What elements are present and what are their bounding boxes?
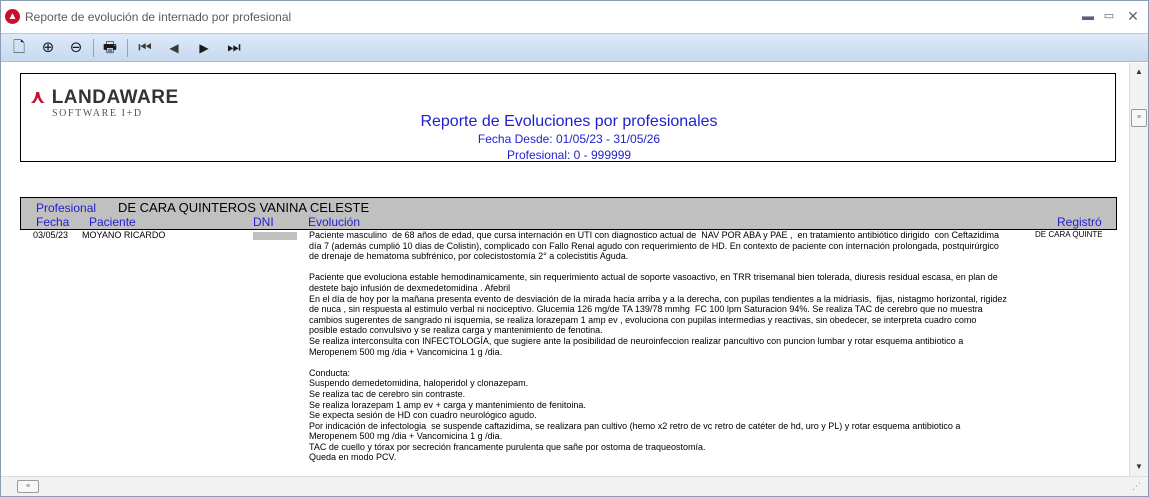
row-registro: DE CARA QUINTE xyxy=(1035,230,1103,239)
first-page-icon[interactable]: ⏮ xyxy=(134,37,156,59)
report-date-range: Fecha Desde: 01/05/23 - 31/05/26 xyxy=(477,132,661,146)
vertical-scrollbar[interactable]: ▲ ≡ ▼ xyxy=(1129,63,1148,476)
report-preview-area[interactable]: ⋏ LANDAWARE SOFTWARE I+D Reporte de Evol… xyxy=(1,63,1129,476)
vertical-scroll-thumb[interactable]: ≡ xyxy=(1131,109,1147,127)
row-paciente: MOYANO RICARDO xyxy=(82,230,166,240)
minimize-button[interactable]: ▬ xyxy=(1077,7,1099,25)
report-window: ▲ Reporte de evolución de internado por … xyxy=(0,0,1149,497)
title-bar[interactable]: ▲ Reporte de evolución de internado por … xyxy=(1,1,1148,33)
scroll-up-icon[interactable]: ▲ xyxy=(1130,65,1148,79)
report-professional-range: Profesional: 0 - 999999 xyxy=(506,148,632,162)
report-header-box: ⋏ LANDAWARE SOFTWARE I+D Reporte de Evol… xyxy=(20,73,1116,162)
professional-group-header: Profesional DE CARA QUINTEROS VANINA CEL… xyxy=(20,197,1117,230)
toolbar-separator xyxy=(127,39,128,57)
window-title: Reporte de evolución de internado por pr… xyxy=(25,10,292,24)
row-evolucion: Paciente masculino de 68 años de edad, q… xyxy=(309,230,1007,463)
preview-toolbar: 🗋 ⊕ ⊖ 🖶 ⏮ ◀ ▶ ⏭ xyxy=(1,33,1148,62)
row-fecha: 03/05/23 xyxy=(33,230,69,240)
logo-text: LANDAWARE xyxy=(51,87,179,108)
column-header-evolucion: Evolución xyxy=(308,215,361,229)
scroll-down-icon[interactable]: ▼ xyxy=(1130,460,1148,474)
next-page-icon[interactable]: ▶ xyxy=(193,37,215,59)
landaware-app-icon: ▲ xyxy=(5,9,20,24)
print-icon[interactable]: 🖶 xyxy=(99,37,121,59)
row-dni-redacted xyxy=(253,232,297,240)
logo-mark-icon: ⋏ xyxy=(30,87,46,108)
professional-label: Profesional xyxy=(36,201,97,215)
toolbar-separator xyxy=(93,39,94,57)
column-header-registro: Registró xyxy=(1057,215,1102,229)
close-button[interactable]: ✕ xyxy=(1122,7,1144,25)
column-header-dni: DNI xyxy=(253,215,274,229)
horizontal-scroll-thumb[interactable]: ≡ xyxy=(17,480,39,493)
previous-page-icon[interactable]: ◀ xyxy=(163,37,185,59)
professional-name: DE CARA QUINTEROS VANINA CELESTE xyxy=(118,200,370,215)
maximize-button[interactable]: ▭ xyxy=(1098,7,1120,25)
column-header-paciente: Paciente xyxy=(89,215,136,229)
last-page-icon[interactable]: ⏭ xyxy=(223,37,245,59)
zoom-in-icon[interactable]: ⊕ xyxy=(37,37,59,59)
column-header-fecha: Fecha xyxy=(36,215,70,229)
zoom-out-icon[interactable]: ⊖ xyxy=(65,37,87,59)
report-title: Reporte de Evoluciones por profesionales xyxy=(420,113,718,130)
resize-grip-icon[interactable]: ⋰ xyxy=(1132,481,1141,492)
page-setup-icon[interactable]: 🗋 xyxy=(8,37,30,59)
horizontal-scrollbar[interactable]: ≡ ⋰ xyxy=(1,476,1148,496)
